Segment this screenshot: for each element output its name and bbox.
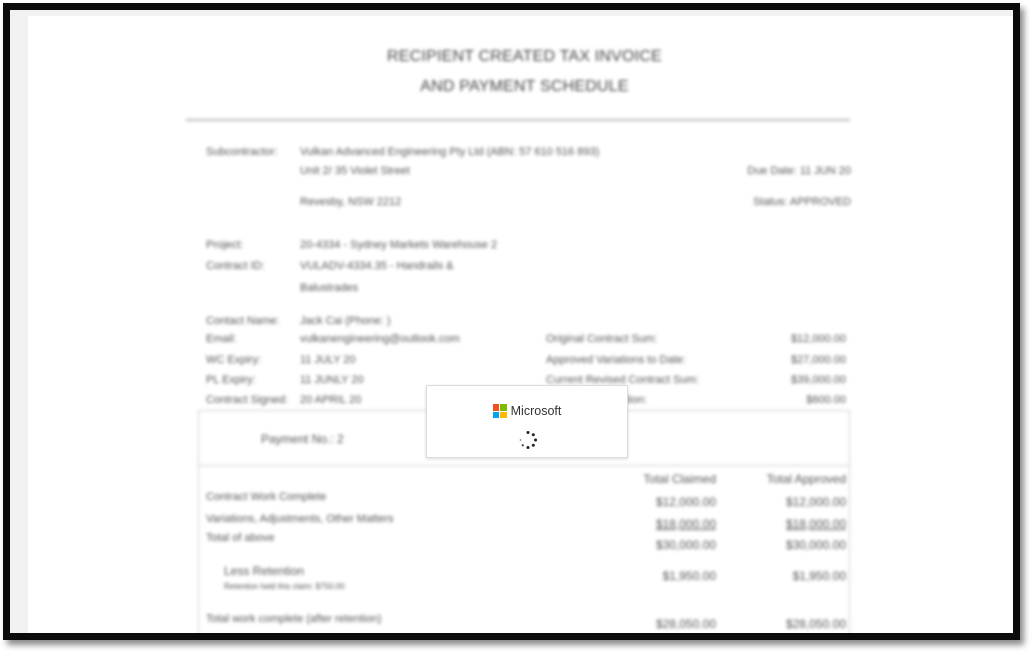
project-value: 20-4334 - Sydney Markets Warehouse 2 — [300, 239, 498, 251]
row-approved: $30,000.00 — [785, 538, 846, 552]
row-label: Variations, Adjustments, Other Matters — [206, 513, 394, 525]
col-total-approved: Total Approved — [766, 472, 846, 486]
contact-name-label: Contact Name: — [206, 315, 280, 327]
microsoft-brand-name: Microsoft — [510, 404, 562, 418]
original-contract-sum-value: $12,000.00 — [790, 333, 846, 345]
pl-expiry-value: 11 JUNLY 20 — [300, 374, 364, 386]
wc-expiry-value: 11 JULY 20 — [300, 354, 356, 366]
approved-variations-label: Approved Variations to Date: — [546, 354, 686, 366]
contract-id-value: VULADV-4334.35 - Handrails & — [300, 260, 454, 272]
row-label: Total work complete (after retention) — [206, 613, 382, 625]
email-value: vulkanengineering@outlook.com — [300, 333, 460, 345]
payment-number: Payment No.: 2 — [261, 432, 344, 446]
retention-note: Retention held this claim: $750.00 — [224, 582, 345, 591]
row-claimed: $1,950.00 — [662, 569, 716, 583]
max-retention-value: $600.00 — [806, 394, 846, 406]
payment-box-divider — [198, 465, 850, 466]
row-approved: $28,050.00 — [785, 617, 846, 631]
col-total-claimed: Total Claimed — [643, 472, 716, 486]
row-claimed: $28,050.00 — [655, 617, 716, 631]
row-label: Total of above — [206, 532, 275, 544]
subcontractor-name: Vulkan Advanced Engineering Pty Ltd (ABN… — [300, 146, 600, 158]
row-approved: $18,000.00 — [785, 517, 846, 531]
contract-id-value-2: Balustrades — [300, 282, 359, 294]
loading-spinner-icon — [519, 431, 537, 449]
approved-variations-value: $27,000.00 — [790, 354, 846, 366]
logo-square-green — [500, 404, 507, 411]
contact-name-value: Jack Cai (Phone: ) — [300, 315, 391, 327]
original-contract-sum-label: Original Contract Sum: — [546, 333, 658, 345]
contract-id-label: Contract ID: — [206, 260, 265, 272]
pl-expiry-label: PL Expiry: — [206, 374, 256, 386]
logo-square-yellow — [500, 411, 507, 418]
logo-square-blue — [492, 411, 500, 418]
row-claimed: $30,000.00 — [655, 538, 716, 552]
address-line2: Revesby, NSW 2212 — [300, 196, 402, 208]
logo-square-red — [492, 404, 500, 411]
title-divider — [186, 119, 850, 121]
row-approved: $1,950.00 — [792, 569, 846, 583]
doc-title-line1: RECIPIENT CREATED TAX INVOICE — [387, 48, 662, 65]
document-page: RECIPIENT CREATED TAX INVOICE AND PAYMEN… — [28, 16, 1013, 633]
status: Status: APPROVED — [753, 196, 851, 208]
blurred-document: RECIPIENT CREATED TAX INVOICE AND PAYMEN… — [28, 16, 1013, 633]
row-claimed: $18,000.00 — [655, 517, 716, 531]
loading-dialog: Microsoft — [426, 385, 628, 458]
microsoft-logo-icon — [492, 404, 507, 418]
contract-signed-value: 20 APRIL 20 — [300, 394, 362, 406]
due-date: Due Date: 11 JUN 20 — [747, 165, 851, 177]
row-claimed: $12,000.00 — [655, 495, 716, 509]
contract-signed-label: Contract Signed: — [206, 394, 288, 406]
row-label: Contract Work Complete — [206, 491, 327, 503]
window-frame: RECIPIENT CREATED TAX INVOICE AND PAYMEN… — [3, 3, 1020, 640]
email-label: Email: — [206, 333, 237, 345]
subcontractor-label: Subcontractor: — [206, 146, 278, 158]
doc-title-line2: AND PAYMENT SCHEDULE — [420, 78, 629, 95]
revised-contract-sum-value: $39,000.00 — [790, 374, 846, 386]
wc-expiry-label: WC Expiry: — [206, 354, 261, 366]
row-label: Less Retention — [224, 564, 305, 578]
project-label: Project: — [206, 239, 244, 251]
address-line1: Unit 2/ 35 Violet Street — [300, 165, 410, 177]
row-approved: $12,000.00 — [785, 495, 846, 509]
microsoft-brand: Microsoft — [427, 404, 627, 418]
